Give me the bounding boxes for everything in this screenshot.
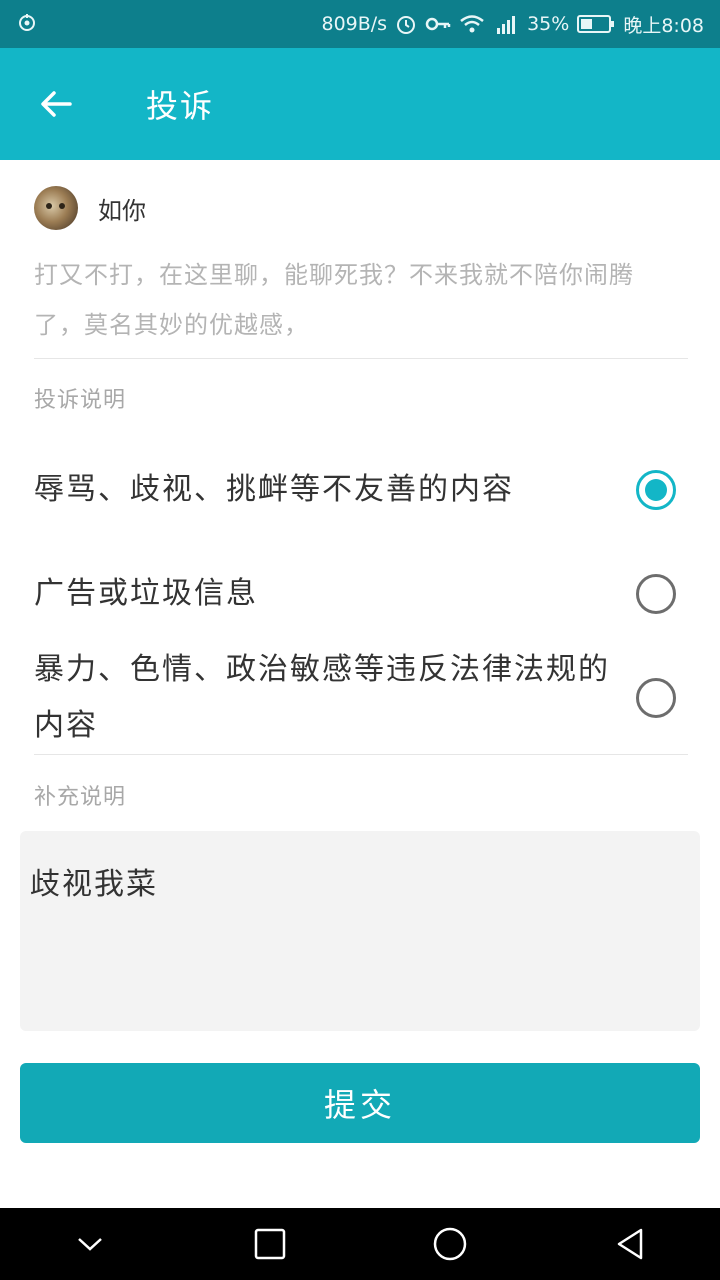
home-button[interactable] bbox=[420, 1214, 480, 1274]
reason-option-label: 暴力、色情、政治敏感等违反法律法规的内容 bbox=[34, 652, 610, 743]
complaint-reason-label: 投诉说明 bbox=[34, 388, 127, 413]
alarm-icon bbox=[395, 13, 417, 35]
divider bbox=[34, 358, 688, 359]
reason-option-illegal[interactable]: 暴力、色情、政治敏感等违反法律法规的内容 bbox=[34, 642, 688, 754]
avatar bbox=[34, 186, 78, 230]
radio-button-selected[interactable] bbox=[636, 470, 676, 510]
recents-button[interactable] bbox=[240, 1214, 300, 1274]
clock: 晚上8:08 bbox=[623, 14, 704, 37]
username: 如你 bbox=[98, 196, 146, 225]
reported-message: 打又不打，在这里聊，能聊死我？不来我就不陪你闹腾了，莫名其妙的优越感， bbox=[34, 261, 634, 339]
network-speed: 809B/s bbox=[321, 13, 388, 35]
back-arrow-icon bbox=[41, 91, 72, 117]
key-icon bbox=[425, 13, 451, 35]
supplement-input[interactable]: 歧视我菜 bbox=[20, 831, 700, 1031]
back-button[interactable] bbox=[26, 74, 86, 134]
radio-button[interactable] bbox=[636, 678, 676, 718]
triangle-back-icon bbox=[617, 1228, 643, 1260]
reason-option-spam[interactable]: 广告或垃圾信息 bbox=[34, 566, 688, 622]
status-bar: 809B/s 35% 晚上8:08 bbox=[0, 0, 720, 48]
radio-button[interactable] bbox=[636, 574, 676, 614]
wifi-icon bbox=[459, 13, 485, 35]
reason-option-label: 辱骂、歧视、挑衅等不友善的内容 bbox=[34, 472, 514, 507]
battery-level: 35% bbox=[527, 13, 570, 35]
reason-option-label: 广告或垃圾信息 bbox=[34, 576, 258, 611]
signal-icon bbox=[493, 13, 519, 35]
app-bar: 投诉 bbox=[0, 48, 720, 160]
hide-nav-button[interactable] bbox=[60, 1214, 120, 1274]
divider bbox=[34, 754, 688, 755]
system-nav-bar bbox=[0, 1208, 720, 1280]
reason-option-abuse[interactable]: 辱骂、歧视、挑衅等不友善的内容 bbox=[34, 434, 688, 546]
battery-icon bbox=[577, 14, 615, 34]
chevron-down-icon bbox=[78, 1238, 102, 1251]
page-title: 投诉 bbox=[146, 87, 215, 125]
square-icon bbox=[254, 1228, 286, 1260]
back-nav-button[interactable] bbox=[600, 1214, 660, 1274]
circle-icon bbox=[433, 1227, 467, 1261]
submit-button[interactable]: 提交 bbox=[20, 1063, 700, 1143]
reported-user: 如你 bbox=[34, 186, 146, 230]
supplement-label: 补充说明 bbox=[34, 785, 127, 810]
notification-icon bbox=[16, 11, 38, 38]
